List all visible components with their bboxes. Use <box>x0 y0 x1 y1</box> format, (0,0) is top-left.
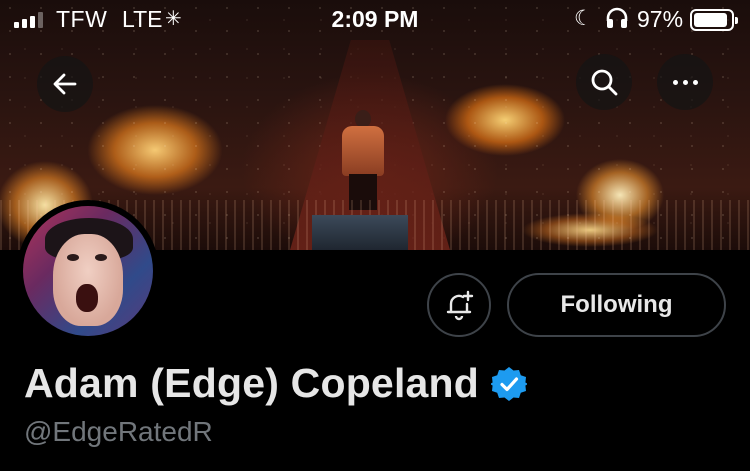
following-button[interactable]: Following <box>507 273 726 337</box>
banner-figure <box>338 110 388 210</box>
banner-stage <box>312 215 408 250</box>
battery-icon <box>690 9 738 31</box>
profile-screen: TFW LTE ✳ 2:09 PM ☾ 97% Following Adam (… <box>0 0 750 471</box>
profile-display-name: Adam (Edge) Copeland <box>24 360 528 407</box>
do-not-disturb-moon-icon: ☾ <box>574 7 593 30</box>
bell-plus-icon <box>446 290 474 321</box>
notifications-button[interactable] <box>427 273 491 337</box>
verified-badge-icon <box>491 366 528 401</box>
profile-avatar[interactable] <box>17 200 159 342</box>
search-icon <box>591 69 618 96</box>
profile-handle: @EdgeRatedR <box>24 416 213 447</box>
status-bar: TFW LTE ✳ 2:09 PM ☾ 97% <box>0 0 750 40</box>
back-arrow-icon <box>53 73 77 95</box>
search-button[interactable] <box>576 54 632 110</box>
back-button[interactable] <box>37 56 93 112</box>
more-dots-icon <box>672 79 698 85</box>
more-options-button[interactable] <box>657 54 713 110</box>
display-name-text: Adam (Edge) Copeland <box>24 360 480 406</box>
battery-percent: 97% <box>637 6 684 32</box>
headphones-icon <box>604 5 630 37</box>
avatar-image <box>23 206 153 336</box>
